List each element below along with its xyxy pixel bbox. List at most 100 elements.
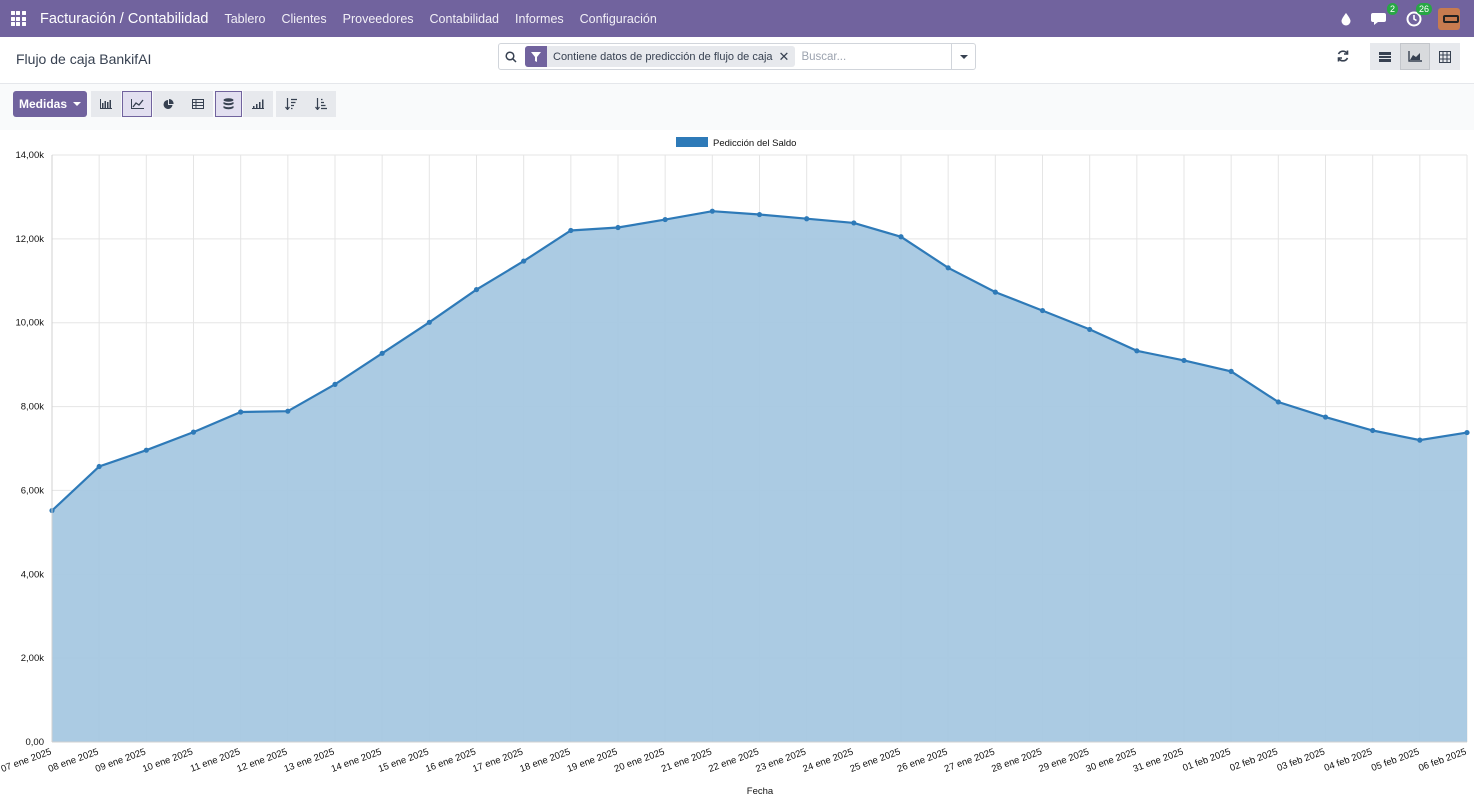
data-point[interactable] bbox=[1039, 307, 1046, 314]
data-point[interactable] bbox=[662, 216, 668, 223]
stacked-button[interactable] bbox=[215, 91, 242, 117]
y-tick-label: 10,00k bbox=[15, 318, 44, 329]
data-point[interactable] bbox=[1228, 368, 1234, 374]
data-point[interactable] bbox=[379, 350, 385, 356]
user-avatar[interactable] bbox=[1438, 7, 1460, 30]
cumulative-icon bbox=[252, 99, 264, 109]
data-point[interactable] bbox=[1087, 326, 1093, 333]
messages-icon[interactable]: 2 bbox=[1370, 2, 1398, 29]
database-stack-icon bbox=[223, 98, 234, 110]
data-point[interactable] bbox=[521, 258, 527, 264]
data-point[interactable] bbox=[568, 227, 574, 234]
x-tick-label: 05 feb 2025 bbox=[1370, 746, 1421, 774]
data-point[interactable] bbox=[143, 447, 149, 453]
sort-ascending-icon bbox=[315, 98, 327, 110]
data-point[interactable] bbox=[96, 463, 102, 470]
nav-item-configuracion[interactable]: Configuración bbox=[572, 0, 665, 37]
graph-area: 0,00 2,00k 4,00k 6,00k 8,00k 10,00k 12,00k 14,0… bbox=[0, 130, 1474, 800]
nav-item-clientes[interactable]: Clientes bbox=[273, 0, 334, 37]
data-point[interactable] bbox=[756, 211, 763, 218]
x-tick-label: 20 ene 2025 bbox=[613, 746, 666, 774]
x-tick-label: 19 ene 2025 bbox=[566, 746, 619, 774]
data-point[interactable] bbox=[1464, 429, 1470, 436]
list-view-icon[interactable] bbox=[1370, 43, 1400, 70]
x-tick-label: 09 ene 2025 bbox=[94, 746, 147, 774]
x-tick-label: 06 feb 2025 bbox=[1417, 746, 1468, 774]
nav-item-informes[interactable]: Informes bbox=[507, 0, 572, 37]
facet-remove-icon[interactable]: ✕ bbox=[779, 49, 796, 65]
data-point[interactable] bbox=[1370, 427, 1376, 434]
x-tick-label: 30 ene 2025 bbox=[1084, 746, 1137, 774]
refresh-icon[interactable] bbox=[1336, 49, 1352, 65]
data-point[interactable] bbox=[1181, 357, 1187, 364]
data-point[interactable] bbox=[709, 208, 715, 214]
data-point[interactable] bbox=[1134, 348, 1140, 354]
nav-item-tablero[interactable]: Tablero bbox=[216, 0, 273, 37]
x-tick-label: 17 ene 2025 bbox=[471, 746, 524, 774]
x-tick-label: 28 ene 2025 bbox=[990, 746, 1043, 774]
series-area bbox=[52, 211, 1467, 742]
x-tick-label: 29 ene 2025 bbox=[1037, 746, 1090, 774]
line-chart-button[interactable] bbox=[122, 91, 152, 117]
x-tick-label: 03 feb 2025 bbox=[1276, 746, 1327, 774]
x-tick-label: 23 ene 2025 bbox=[754, 746, 807, 774]
data-point[interactable] bbox=[1322, 414, 1329, 420]
legend-label[interactable]: Pedicción del Saldo bbox=[713, 138, 796, 149]
search-bar[interactable]: Contiene datos de predicción de flujo de… bbox=[498, 43, 976, 70]
x-tick-label: 24 ene 2025 bbox=[801, 746, 854, 774]
data-point[interactable] bbox=[285, 408, 291, 414]
data-point[interactable] bbox=[1417, 437, 1423, 443]
x-tick-label: 12 ene 2025 bbox=[235, 746, 288, 774]
nav-item-proveedores[interactable]: Proveedores bbox=[335, 0, 422, 37]
data-point[interactable] bbox=[898, 234, 904, 240]
data-point[interactable] bbox=[992, 289, 998, 295]
data-point[interactable] bbox=[238, 409, 244, 415]
graph-view-icon[interactable] bbox=[1400, 43, 1430, 70]
x-tick-label: 04 feb 2025 bbox=[1323, 746, 1374, 774]
x-tick-label: 11 ene 2025 bbox=[189, 746, 242, 774]
sort-descending-button[interactable] bbox=[276, 91, 306, 117]
y-tick-label: 8,00k bbox=[21, 402, 44, 413]
pie-chart-icon bbox=[163, 98, 174, 109]
data-point[interactable] bbox=[804, 216, 810, 222]
caret-down-icon bbox=[73, 102, 81, 106]
pivot-view-icon[interactable] bbox=[1430, 43, 1460, 70]
x-axis: 07 ene 202508 ene 202509 ene 202510 ene … bbox=[0, 741, 1468, 775]
table-button[interactable] bbox=[183, 91, 213, 117]
pie-chart-button[interactable] bbox=[153, 91, 183, 117]
bar-chart-button[interactable] bbox=[91, 91, 121, 117]
breadcrumb: Flujo de caja BankifAI bbox=[16, 51, 152, 67]
data-point[interactable] bbox=[190, 429, 197, 435]
apps-menu-icon[interactable] bbox=[0, 0, 36, 37]
measures-label: Medidas bbox=[18, 97, 67, 111]
x-tick-label: 01 feb 2025 bbox=[1181, 746, 1232, 774]
bar-chart-icon bbox=[100, 99, 112, 109]
legend[interactable]: Pedicción del Saldo bbox=[676, 137, 796, 149]
data-point[interactable] bbox=[473, 286, 480, 293]
cumulative-button[interactable] bbox=[243, 91, 273, 117]
control-panel: Flujo de caja BankifAI Contiene datos de… bbox=[0, 37, 1474, 84]
filter-icon bbox=[525, 46, 547, 67]
sort-descending-icon bbox=[285, 98, 297, 110]
x-tick-label: 27 ene 2025 bbox=[943, 746, 996, 774]
search-input[interactable]: Buscar... bbox=[801, 51, 951, 63]
data-point[interactable] bbox=[945, 265, 951, 271]
measures-dropdown-button[interactable]: Medidas bbox=[13, 91, 87, 117]
search-facet[interactable]: Contiene datos de predicción de flujo de… bbox=[525, 46, 796, 67]
data-point[interactable] bbox=[332, 381, 338, 387]
x-tick-label: 13 ene 2025 bbox=[283, 746, 336, 774]
x-tick-label: 16 ene 2025 bbox=[424, 746, 477, 774]
search-options-toggle[interactable] bbox=[951, 43, 975, 70]
top-navbar: Facturación / Contabilidad Tablero Clien… bbox=[0, 0, 1474, 37]
app-title[interactable]: Facturación / Contabilidad bbox=[40, 11, 208, 27]
activities-clock-icon[interactable]: 26 bbox=[1404, 2, 1432, 29]
data-point[interactable] bbox=[1275, 399, 1281, 405]
nav-item-contabilidad[interactable]: Contabilidad bbox=[422, 0, 508, 37]
sort-ascending-button[interactable] bbox=[306, 91, 336, 117]
y-tick-label: 0,00 bbox=[26, 737, 45, 748]
drop-icon[interactable] bbox=[1336, 9, 1356, 29]
x-tick-label: 22 ene 2025 bbox=[707, 746, 760, 774]
data-point[interactable] bbox=[426, 319, 432, 325]
data-point[interactable] bbox=[615, 224, 621, 231]
data-point[interactable] bbox=[851, 220, 857, 226]
